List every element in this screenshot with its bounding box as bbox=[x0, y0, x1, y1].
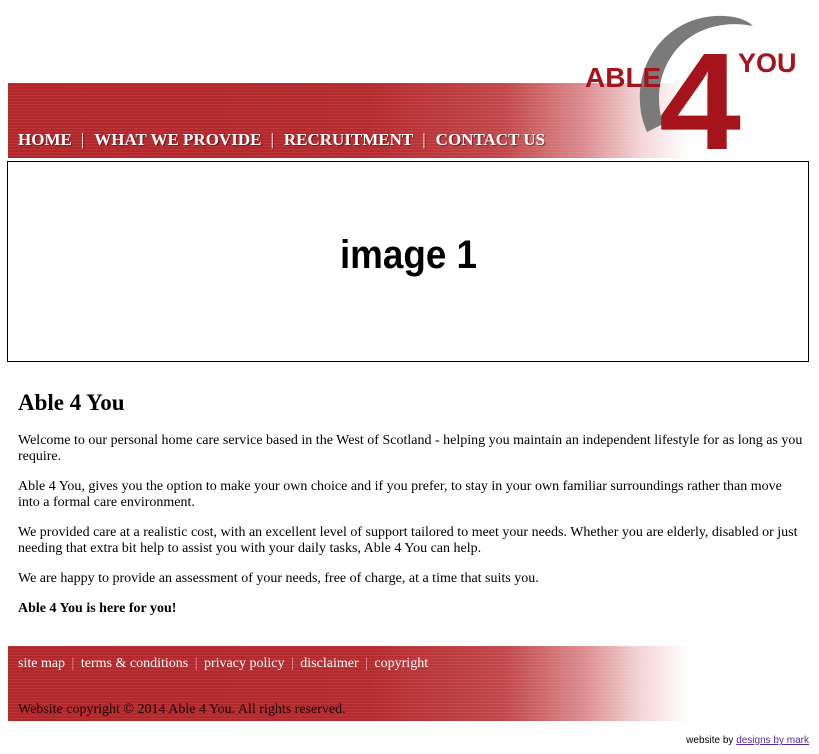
footer-link-site-map[interactable]: site map bbox=[18, 656, 65, 671]
footer-separator: | bbox=[71, 656, 75, 671]
able-4-you-logo[interactable]: ABLE 4 YOU bbox=[585, 12, 807, 154]
footer-link-disclaimer[interactable]: disclaimer bbox=[300, 656, 358, 671]
logo-number-4: 4 bbox=[659, 25, 741, 154]
footer-separator: | bbox=[365, 656, 368, 671]
assessment-paragraph: We are happy to provide an assessment of… bbox=[18, 571, 539, 586]
footer-links: site map | terms & conditions | privacy … bbox=[18, 656, 428, 672]
main-content: Able 4 You Welcome to our personal home … bbox=[18, 389, 803, 631]
credit-prefix: website by bbox=[686, 735, 734, 746]
nav-contact-us[interactable]: CONTACT US bbox=[436, 130, 545, 150]
footer-separator: | bbox=[194, 656, 198, 671]
designer-credit: website by designs by mark bbox=[686, 735, 809, 746]
page-title: Able 4 You bbox=[18, 390, 125, 415]
footer-separator: | bbox=[290, 656, 294, 671]
credit-link[interactable]: designs by mark bbox=[736, 735, 809, 746]
nav-what-we-provide[interactable]: WHAT WE PROVIDE bbox=[94, 130, 261, 150]
main-nav: HOME | WHAT WE PROVIDE | RECRUITMENT | C… bbox=[18, 129, 545, 151]
footer-copyright: Website copyright © 2014 Able 4 You. All… bbox=[18, 702, 346, 717]
nav-separator: | bbox=[422, 130, 426, 149]
nav-separator: | bbox=[80, 130, 85, 149]
logo-word-able: ABLE bbox=[585, 62, 661, 93]
hero-image: image 1 bbox=[7, 161, 809, 362]
cost-paragraph: We provided care at a realistic cost, wi… bbox=[18, 525, 798, 556]
intro-paragraph: Welcome to our personal home care servic… bbox=[18, 433, 803, 464]
tagline: Able 4 You is here for you! bbox=[18, 601, 177, 616]
nav-recruitment[interactable]: RECRUITMENT bbox=[284, 130, 413, 150]
footer-link-terms[interactable]: terms & conditions bbox=[81, 656, 188, 671]
footer-link-copyright[interactable]: copyright bbox=[374, 656, 428, 671]
logo-word-you: YOU bbox=[738, 48, 797, 78]
choice-paragraph: Able 4 You, gives you the option to make… bbox=[18, 479, 782, 510]
footer-link-privacy[interactable]: privacy policy bbox=[204, 656, 284, 671]
nav-separator: | bbox=[270, 130, 274, 149]
hero-image-label: image 1 bbox=[339, 233, 477, 277]
nav-home[interactable]: HOME bbox=[18, 130, 72, 150]
